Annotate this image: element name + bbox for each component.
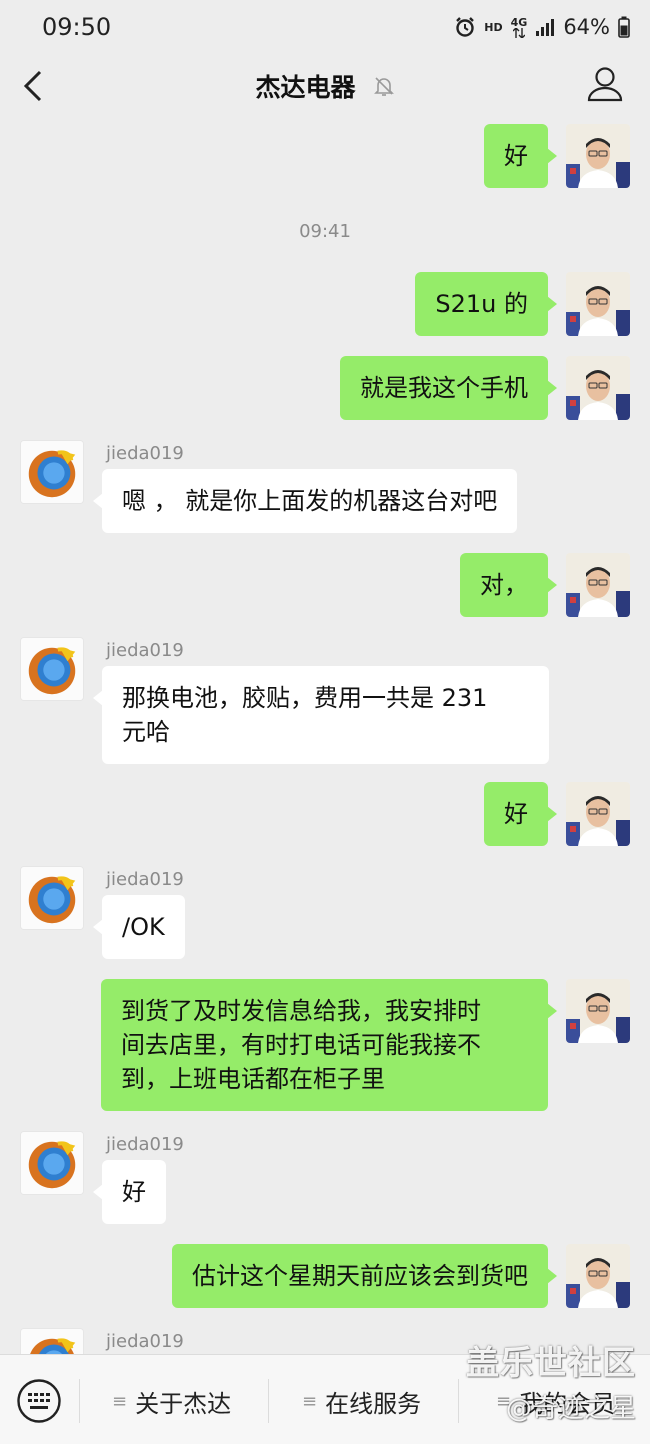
keyboard-toggle-button[interactable] xyxy=(16,1378,62,1424)
sender-name: jieda019 xyxy=(106,640,184,661)
contact-avatar[interactable] xyxy=(20,1131,84,1195)
outgoing-message[interactable]: 好 xyxy=(484,124,557,188)
title-wrap: 杰达电器 xyxy=(0,68,650,104)
outgoing-message[interactable]: 好 xyxy=(484,782,557,846)
my-avatar[interactable] xyxy=(566,272,630,336)
outgoing-message[interactable]: 估计这个星期天前应该会到货吧 xyxy=(172,1244,557,1308)
watermark-site: 盖乐世社区 xyxy=(466,1343,636,1382)
sender-name: jieda019 xyxy=(106,1134,184,1155)
network-indicator: 4G xyxy=(510,15,528,38)
message-text-line: 到货了及时发信息给我，我安排时 xyxy=(121,997,481,1025)
menu-divider xyxy=(268,1379,269,1423)
sender-name: jieda019 xyxy=(106,443,184,464)
outgoing-message[interactable]: 到货了及时发信息给我，我安排时 间去店里，有时打电话可能我接不 到，上班电话都在… xyxy=(101,979,557,1111)
menu-lines-icon: ≡ xyxy=(302,1390,318,1412)
keyboard-icon xyxy=(17,1379,61,1423)
message-text: 对， xyxy=(480,571,528,599)
message-text: 估计这个星期天前应该会到货吧 xyxy=(192,1262,528,1290)
outgoing-message[interactable]: S21u 的 xyxy=(415,272,557,336)
incoming-message[interactable]: 嗯 ， 就是你上面发的机器这台对吧 xyxy=(92,469,518,533)
incoming-message[interactable]: /OK xyxy=(93,895,185,959)
contact-avatar[interactable] xyxy=(20,866,84,930)
menu-lines-icon: ≡ xyxy=(112,1390,128,1412)
status-bar: 09:50 HD 4G 64% xyxy=(0,0,650,54)
message-text: /OK xyxy=(122,913,165,941)
message-text-line: 间去店里，有时打电话可能我接不 xyxy=(121,1031,481,1059)
contact-avatar[interactable] xyxy=(20,1328,84,1354)
chat-header: 杰达电器 xyxy=(0,54,650,120)
menu-item-label: 在线服务 xyxy=(325,1389,422,1418)
message-text-line: 那换电池，胶贴，费用一共是 231 xyxy=(122,684,488,712)
sender-name: jieda019 xyxy=(106,869,184,890)
menu-item-label: 关于杰达 xyxy=(135,1389,232,1418)
message-text: 就是我这个手机 xyxy=(360,374,528,402)
watermark-user: @奇迹之星 xyxy=(505,1394,636,1424)
message-list[interactable]: 好 09:41 S21u 的 就是我这个手机 jieda019 嗯 ， 就是你上… xyxy=(0,120,650,1354)
chat-info-button[interactable] xyxy=(586,64,624,104)
sender-name: jieda019 xyxy=(106,1331,184,1352)
battery-percent: 64% xyxy=(563,15,610,39)
menu-item-online-service[interactable]: ≡ 在线服务 xyxy=(302,1383,421,1419)
data-arrows-icon xyxy=(512,27,525,38)
status-time: 09:50 xyxy=(42,13,112,41)
contact-avatar[interactable] xyxy=(20,637,84,701)
outgoing-message[interactable]: 对， xyxy=(460,553,557,617)
battery-icon xyxy=(618,16,630,38)
message-text-line: 元哈 xyxy=(122,718,170,746)
menu-item-about[interactable]: ≡ 关于杰达 xyxy=(112,1383,231,1419)
alarm-icon xyxy=(456,17,475,37)
my-avatar[interactable] xyxy=(566,979,630,1043)
incoming-message[interactable]: 好 xyxy=(93,1160,166,1224)
status-icons: HD 4G 64% xyxy=(454,12,630,42)
network-type: 4G xyxy=(510,15,528,29)
chat-title: 杰达电器 xyxy=(255,73,356,102)
my-avatar[interactable] xyxy=(566,124,630,188)
my-avatar[interactable] xyxy=(566,356,630,420)
my-avatar[interactable] xyxy=(566,553,630,617)
contact-avatar[interactable] xyxy=(20,440,84,504)
message-text: 嗯 ， 就是你上面发的机器这台对吧 xyxy=(122,487,498,515)
message-timestamp: 09:41 xyxy=(299,221,351,242)
my-avatar[interactable] xyxy=(566,782,630,846)
signal-icon xyxy=(536,19,555,36)
wechat-chat-screen: { "status_bar": { "time": "09:50", "hd":… xyxy=(0,0,650,1444)
mute-bell-icon xyxy=(373,77,394,96)
message-text-line: 到，上班电话都在柜子里 xyxy=(121,1065,385,1093)
outgoing-message[interactable]: 就是我这个手机 xyxy=(340,356,557,420)
message-text: S21u 的 xyxy=(435,290,528,318)
menu-divider xyxy=(458,1379,459,1423)
message-text: 好 xyxy=(504,142,528,170)
my-avatar[interactable] xyxy=(566,1244,630,1308)
message-text: 好 xyxy=(122,1178,146,1206)
incoming-message[interactable]: 那换电池，胶贴，费用一共是 231 元哈 xyxy=(93,666,549,764)
person-icon xyxy=(587,67,623,102)
menu-divider xyxy=(79,1379,80,1423)
message-text: 好 xyxy=(504,800,528,828)
hd-indicator: HD xyxy=(484,20,503,34)
